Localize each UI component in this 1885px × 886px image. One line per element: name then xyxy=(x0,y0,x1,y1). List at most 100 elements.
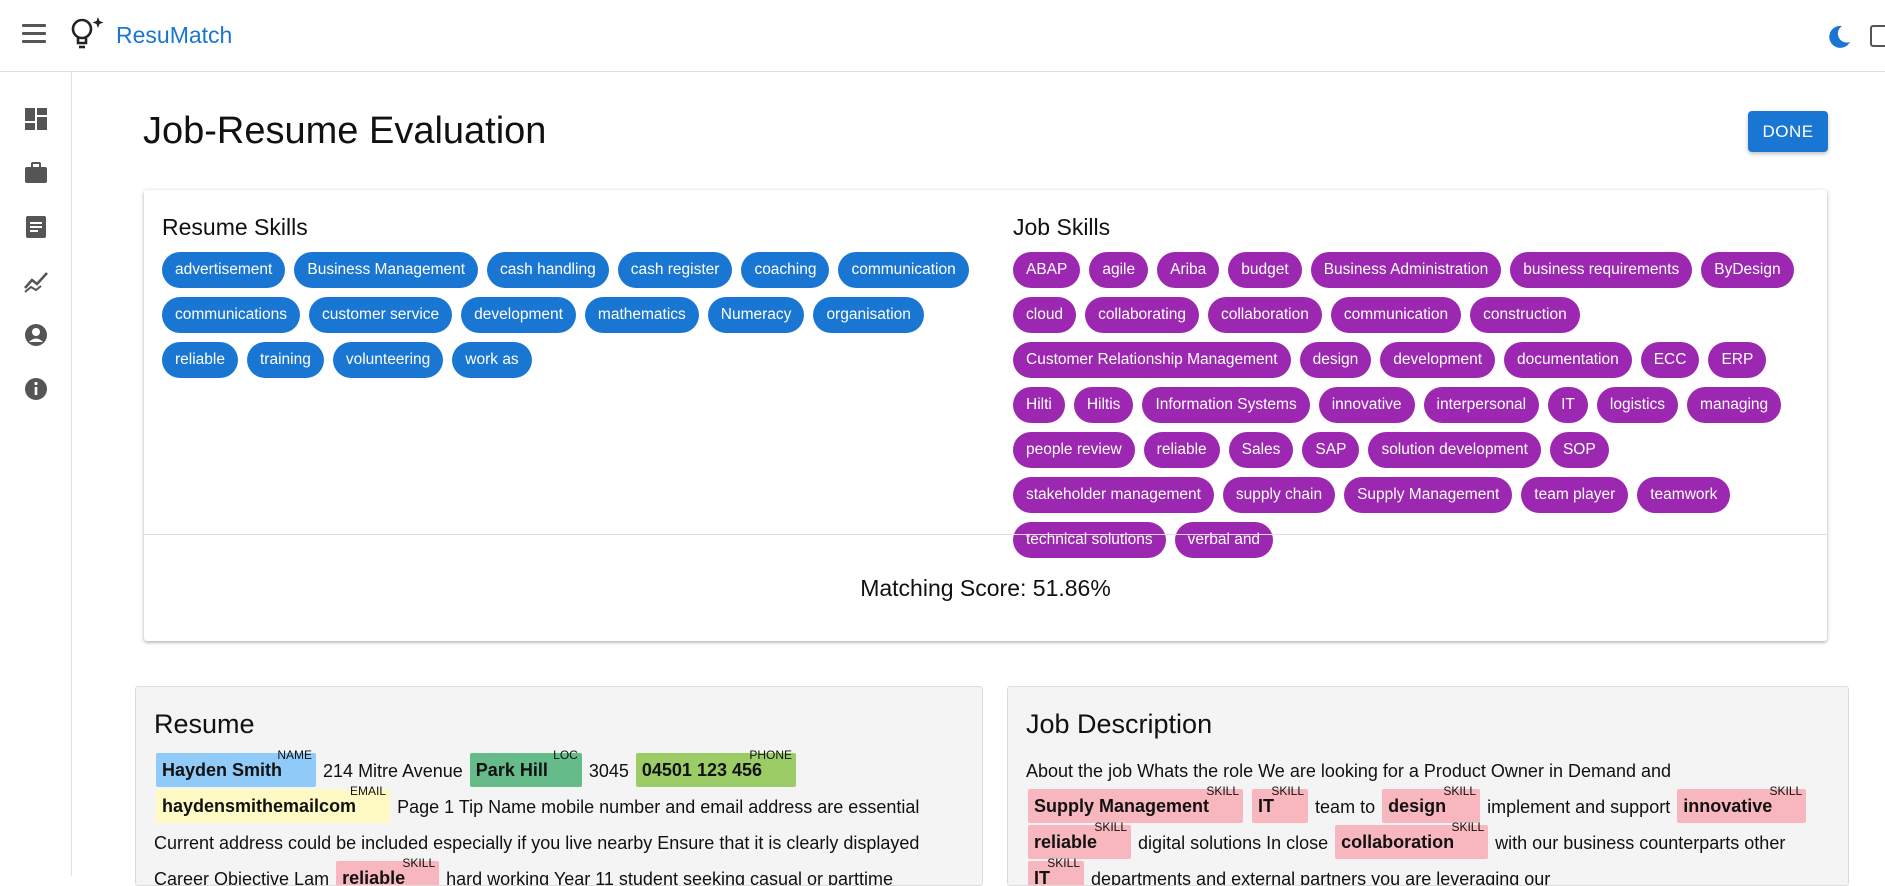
skill-entity: design SKILL xyxy=(1382,784,1481,823)
entity-text: IT xyxy=(1034,868,1050,886)
logout-icon[interactable] xyxy=(1870,25,1885,47)
job-skill-chip[interactable]: Information Systems xyxy=(1142,387,1310,423)
lightbulb-logo-icon xyxy=(71,17,104,49)
job-skill-chip[interactable]: collaborating xyxy=(1085,297,1199,333)
job-skill-chip[interactable]: communication xyxy=(1330,297,1462,333)
entity-text: design xyxy=(1388,796,1447,816)
entity-label: SKILL xyxy=(1769,784,1803,798)
plain-text: team to xyxy=(1310,797,1381,817)
entity-label: SKILL xyxy=(1047,856,1080,870)
resume-skill-chip[interactable]: mathematics xyxy=(584,297,699,333)
entity-label: SKILL xyxy=(1206,784,1240,798)
job-skills-title: Job Skills xyxy=(1013,214,1111,240)
plain-text: digital solutions In close xyxy=(1133,833,1334,853)
resume-panel: Resume Hayden Smith NAME 214 Mitre Avenue… xyxy=(135,686,983,886)
entity-label: SKILL xyxy=(1451,820,1485,834)
app-bar: ResuMatch xyxy=(0,0,1885,72)
job-skill-chip[interactable]: Hiltis xyxy=(1073,387,1134,423)
job-skill-chip[interactable]: interpersonal xyxy=(1423,387,1540,423)
job-skill-chip[interactable]: ByDesign xyxy=(1701,252,1794,288)
entity-text: Hayden Smith xyxy=(162,760,283,780)
resume-skill-chip[interactable]: cash register xyxy=(617,252,733,288)
job-skill-chip[interactable]: team player xyxy=(1521,477,1629,513)
resume-skill-chip[interactable]: training xyxy=(246,342,324,378)
job-skill-chip[interactable]: development xyxy=(1380,342,1496,378)
resume-skill-chip[interactable]: communication xyxy=(838,252,969,288)
info-icon[interactable] xyxy=(23,376,49,402)
main-content: Job-Resume Evaluation DONE Resume Skills… xyxy=(72,72,1885,886)
job-skill-chip[interactable]: teamwork xyxy=(1637,477,1731,513)
job-skill-chip[interactable]: cloud xyxy=(1013,297,1077,333)
app-name[interactable]: ResuMatch xyxy=(116,22,232,49)
entity-label: NAME xyxy=(277,748,313,762)
job-skill-chip[interactable]: budget xyxy=(1228,252,1302,288)
job-skill-chip[interactable]: business requirements xyxy=(1510,252,1693,288)
plain-text xyxy=(1245,797,1250,817)
resume-skill-chip[interactable]: cash handling xyxy=(487,252,609,288)
resume-skill-chip[interactable]: customer service xyxy=(309,297,453,333)
job-skill-chip[interactable]: managing xyxy=(1687,387,1782,423)
job-skill-chip[interactable]: ECC xyxy=(1640,342,1700,378)
job-skill-chip[interactable]: supply chain xyxy=(1222,477,1336,513)
analytics-icon[interactable] xyxy=(23,268,49,294)
skill-entity: Supply Management SKILL xyxy=(1028,784,1244,823)
job-skill-chip[interactable]: reliable xyxy=(1143,432,1220,468)
skill-entity: innovative SKILL xyxy=(1677,784,1807,823)
job-skill-chip[interactable]: IT xyxy=(1548,387,1588,423)
job-skill-chip[interactable]: collaboration xyxy=(1207,297,1322,333)
job-skill-chip[interactable]: verbal and xyxy=(1174,522,1274,558)
job-skill-chip[interactable]: ABAP xyxy=(1013,252,1081,288)
resume-skill-chip[interactable]: coaching xyxy=(741,252,830,288)
job-skill-chip[interactable]: innovative xyxy=(1318,387,1415,423)
resume-skill-chip[interactable]: development xyxy=(461,297,576,333)
job-skill-chip[interactable]: SOP xyxy=(1549,432,1609,468)
loc-entity: Park Hill LOC xyxy=(469,748,582,787)
briefcase-icon[interactable] xyxy=(23,160,49,186)
job-skill-chip[interactable]: Ariba xyxy=(1157,252,1220,288)
done-button[interactable]: DONE xyxy=(1748,111,1828,152)
job-skill-chip[interactable]: design xyxy=(1299,342,1372,378)
resume-skill-chip[interactable]: communications xyxy=(162,297,300,333)
resume-skill-chip[interactable]: advertisement xyxy=(162,252,286,288)
entity-text: reliable xyxy=(1034,832,1098,852)
job-skill-chip[interactable]: logistics xyxy=(1596,387,1679,423)
document-icon[interactable] xyxy=(23,214,49,240)
entity-label: LOC xyxy=(553,748,578,762)
resume-skill-chip[interactable]: Business Management xyxy=(294,252,479,288)
dark-mode-icon[interactable] xyxy=(1826,24,1852,50)
plain-text: 3045 xyxy=(583,761,634,781)
job-skill-chip[interactable]: SAP xyxy=(1302,432,1360,468)
resume-skill-chip[interactable]: volunteering xyxy=(332,342,444,378)
entity-text: reliable xyxy=(342,868,406,886)
job-skill-chip[interactable]: stakeholder management xyxy=(1013,477,1214,513)
job-skill-chip[interactable]: people review xyxy=(1013,432,1135,468)
job-skill-chip[interactable]: Hilti xyxy=(1013,387,1065,423)
job-skills-list: ABAP agile Ariba budget Business Administrat… xyxy=(1013,252,1815,558)
resume-skill-chip[interactable]: organisation xyxy=(813,297,924,333)
plain-text: 214 Mitre Avenue xyxy=(318,761,468,781)
resume-skill-chip[interactable]: work as xyxy=(452,342,532,378)
menu-icon[interactable] xyxy=(22,24,50,48)
resume-title: Resume xyxy=(154,709,255,739)
entity-label: SKILL xyxy=(402,856,436,870)
job-skill-chip[interactable]: ERP xyxy=(1708,342,1767,378)
job-skill-chip[interactable]: Sales xyxy=(1228,432,1294,468)
job-skill-chip[interactable]: technical solutions xyxy=(1013,522,1166,558)
entity-label: SKILL xyxy=(1271,784,1305,798)
resume-skills-title: Resume Skills xyxy=(162,214,308,240)
plain-text: with our business counterparts other xyxy=(1490,833,1786,853)
job-skill-chip[interactable]: Supply Management xyxy=(1344,477,1513,513)
skill-entity: collaboration SKILL xyxy=(1335,820,1489,859)
job-skill-chip[interactable]: Business Administration xyxy=(1310,252,1502,288)
job-skill-chip[interactable]: agile xyxy=(1089,252,1149,288)
job-skill-chip[interactable]: solution development xyxy=(1368,432,1541,468)
plain-text: About the job Whats the role We are look… xyxy=(1026,761,1672,781)
account-icon[interactable] xyxy=(23,322,49,348)
dashboard-icon[interactable] xyxy=(23,106,49,132)
resume-skill-chip[interactable]: reliable xyxy=(162,342,238,378)
job-skill-chip[interactable]: Customer Relationship Management xyxy=(1013,342,1291,378)
resume-skill-chip[interactable]: Numeracy xyxy=(707,297,805,333)
entity-text: innovative xyxy=(1683,796,1773,816)
job-skill-chip[interactable]: documentation xyxy=(1504,342,1632,378)
job-skill-chip[interactable]: construction xyxy=(1470,297,1580,333)
